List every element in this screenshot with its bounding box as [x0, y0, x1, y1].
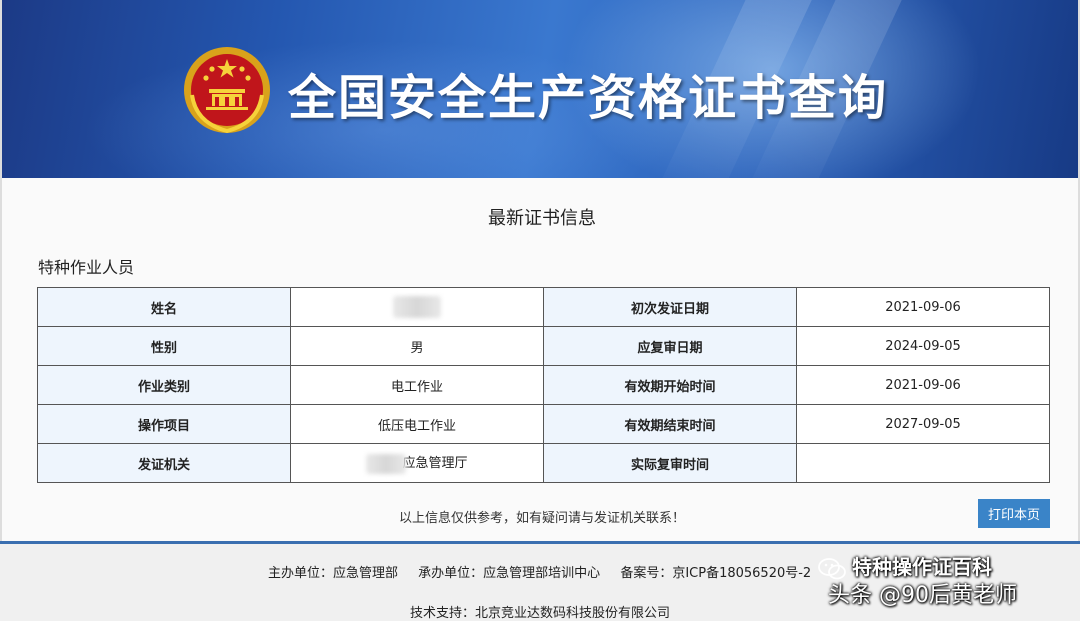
- header-banner: 全国安全生产资格证书查询: [0, 0, 1080, 178]
- disclaimer-notice: 以上信息仅供参考，如有疑问请与发证机关联系！: [398, 511, 685, 526]
- footer-organizer: 承办单位：应急管理部培训中心: [418, 566, 601, 581]
- banner-title: 全国安全生产资格证书查询: [288, 70, 889, 126]
- table-row: 发证机关 应急管理厅 实际复审时间: [37, 443, 1050, 483]
- watermark-account: 特种操作证百科: [818, 551, 992, 580]
- label-valid-end: 有效期结束时间: [543, 404, 797, 444]
- value-first-issue-date: 2021-09-06: [796, 287, 1050, 327]
- label-operation-item: 操作项目: [37, 404, 291, 444]
- value-gender: 男: [290, 326, 544, 366]
- watermark-line1: 特种操作证百科: [852, 555, 992, 579]
- table-row: 性别 男 应复审日期 2024-09-05: [37, 326, 1050, 366]
- value-actual-review-time: [796, 443, 1050, 483]
- redacted-name: [393, 296, 441, 318]
- watermark-author: 头条 @90后黄老师: [828, 583, 1017, 608]
- label-name: 姓名: [37, 287, 291, 327]
- category-label: 特种作业人员: [38, 258, 135, 277]
- certificate-table: 姓名 初次发证日期 2021-09-06 性别 男 应复审日期 2024-09-…: [37, 287, 1050, 483]
- label-gender: 性别: [37, 326, 291, 366]
- value-issuing-authority: 应急管理厅: [290, 443, 544, 483]
- footer-host: 主办单位：应急管理部: [268, 566, 399, 581]
- national-emblem-icon: [184, 47, 270, 134]
- table-row: 操作项目 低压电工作业 有效期结束时间 2027-09-05: [37, 404, 1050, 444]
- label-issuing-authority: 发证机关: [37, 443, 291, 483]
- value-valid-end: 2027-09-05: [796, 404, 1050, 444]
- issuing-authority-text: 应急管理厅: [402, 456, 468, 472]
- print-button[interactable]: 打印本页: [978, 499, 1050, 528]
- value-valid-start: 2021-09-06: [796, 365, 1050, 405]
- value-review-due-date: 2024-09-05: [796, 326, 1050, 366]
- footer-icp: 备案号：京ICP备18056520号-2: [620, 566, 812, 581]
- table-row: 作业类别 电工作业 有效期开始时间 2021-09-06: [37, 365, 1050, 405]
- main-content: 最新证书信息 特种作业人员 姓名 初次发证日期 2021-09-06 性别 男 …: [0, 178, 1080, 541]
- label-first-issue-date: 初次发证日期: [543, 287, 797, 327]
- label-actual-review-time: 实际复审时间: [543, 443, 797, 483]
- value-name: [290, 287, 544, 327]
- section-title: 最新证书信息: [488, 208, 596, 229]
- table-row: 姓名 初次发证日期 2021-09-06: [37, 287, 1050, 327]
- footer-info: 主办单位：应急管理部 承办单位：应急管理部培训中心 备案号：京ICP备18056…: [268, 562, 827, 581]
- redacted-region: [366, 453, 407, 474]
- value-operation-item: 低压电工作业: [290, 404, 544, 444]
- label-valid-start: 有效期开始时间: [543, 365, 797, 405]
- label-review-due-date: 应复审日期: [543, 326, 797, 366]
- label-work-category: 作业类别: [37, 365, 291, 405]
- value-work-category: 电工作业: [290, 365, 544, 405]
